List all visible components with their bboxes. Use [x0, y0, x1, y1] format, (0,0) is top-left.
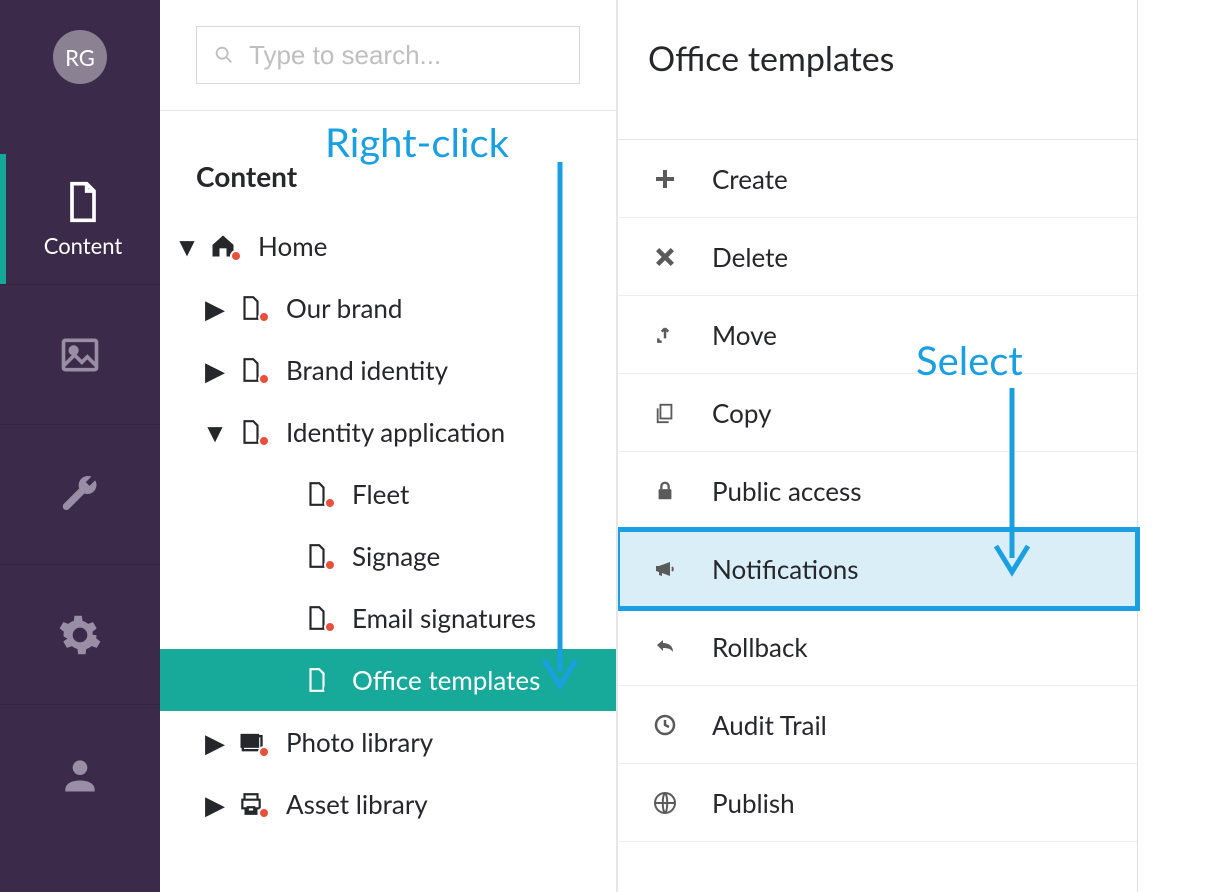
tree-node-our-brand[interactable]: ▶ Our brand — [160, 277, 616, 339]
tree-node-identity-application[interactable]: ▼ Identity application — [160, 401, 616, 463]
rail-label: Content — [44, 232, 123, 259]
menu-label: Create — [712, 163, 788, 195]
rail-gear[interactable] — [0, 564, 160, 704]
tree-section-title: Content — [160, 111, 616, 215]
user-icon — [58, 753, 102, 797]
tree-node-label: Signage — [352, 540, 440, 572]
move-icon — [648, 325, 682, 345]
globe-icon — [648, 791, 682, 815]
search-input[interactable] — [249, 40, 584, 71]
home-icon — [206, 232, 240, 260]
page-icon — [234, 357, 268, 383]
page-icon — [234, 419, 268, 445]
content-tree-panel: Content ▼ Home ▶ Our brand ▶ — [160, 0, 618, 892]
menu-label: Publish — [712, 787, 795, 819]
file-icon — [61, 180, 105, 224]
undo-icon — [648, 635, 682, 659]
menu-copy[interactable]: Copy — [618, 374, 1137, 452]
caret-right-icon: ▶ — [206, 292, 224, 325]
tree-node-asset-library[interactable]: ▶ Asset library — [160, 773, 616, 835]
menu-label: Move — [712, 319, 777, 351]
menu-label: Copy — [712, 397, 772, 429]
tree-node-label: Office templates — [352, 664, 540, 696]
megaphone-icon — [648, 557, 682, 581]
page-icon — [300, 667, 334, 693]
tree-node-label: Identity application — [286, 416, 505, 448]
plus-icon — [648, 167, 682, 191]
rail-settings[interactable] — [0, 424, 160, 564]
menu-delete[interactable]: Delete — [618, 218, 1137, 296]
caret-right-icon: ▶ — [206, 354, 224, 387]
menu-public-access[interactable]: Public access — [618, 452, 1137, 530]
menu-rollback[interactable]: Rollback — [618, 608, 1137, 686]
stack-icon — [234, 728, 268, 756]
avatar-initials: RG — [65, 44, 95, 71]
tree-node-label: Fleet — [352, 478, 409, 510]
gear-icon — [58, 613, 102, 657]
rail-content[interactable]: Content — [0, 154, 160, 284]
page-icon — [300, 481, 334, 507]
lock-icon — [648, 480, 682, 502]
close-icon — [648, 246, 682, 268]
clock-icon — [648, 713, 682, 737]
menu-audit-trail[interactable]: Audit Trail — [618, 686, 1137, 764]
tree-node-email-signatures[interactable]: Email signatures — [160, 587, 616, 649]
rail-media[interactable] — [0, 284, 160, 424]
caret-right-icon: ▶ — [206, 726, 224, 759]
tree-node-office-templates[interactable]: Office templates — [160, 649, 616, 711]
user-avatar[interactable]: RG — [53, 30, 107, 84]
tree-node-brand-identity[interactable]: ▶ Brand identity — [160, 339, 616, 401]
menu-label: Delete — [712, 241, 788, 273]
menu-create[interactable]: Create — [618, 140, 1137, 218]
page-icon — [300, 605, 334, 631]
search-icon — [213, 44, 249, 66]
image-icon — [58, 333, 102, 377]
page-icon — [300, 543, 334, 569]
menu-publish[interactable]: Publish — [618, 764, 1137, 842]
menu-label: Audit Trail — [712, 709, 827, 741]
caret-right-icon: ▶ — [206, 788, 224, 821]
context-menu-title: Office templates — [618, 0, 1137, 140]
printer-icon — [234, 791, 268, 817]
copy-icon — [648, 402, 682, 424]
tree-node-fleet[interactable]: Fleet — [160, 463, 616, 525]
menu-move[interactable]: Move — [618, 296, 1137, 374]
menu-label: Notifications — [712, 553, 859, 585]
content-tree: ▼ Home ▶ Our brand ▶ — [160, 215, 616, 835]
caret-down-icon: ▼ — [178, 230, 196, 263]
tree-node-photo-library[interactable]: ▶ Photo library — [160, 711, 616, 773]
tree-node-signage[interactable]: Signage — [160, 525, 616, 587]
menu-notifications[interactable]: Notifications — [618, 530, 1137, 608]
tree-node-label: Email signatures — [352, 602, 536, 634]
page-icon — [234, 295, 268, 321]
caret-down-icon: ▼ — [206, 416, 224, 449]
tree-node-label: Home — [258, 230, 327, 262]
context-menu-panel: Office templates Create Delete Move Copy — [618, 0, 1138, 892]
tree-node-label: Photo library — [286, 726, 433, 758]
search-input-wrap[interactable] — [196, 26, 580, 84]
tree-node-home[interactable]: ▼ Home — [160, 215, 616, 277]
tree-node-label: Asset library — [286, 788, 428, 820]
menu-label: Rollback — [712, 631, 808, 663]
tree-node-label: Our brand — [286, 292, 403, 324]
tree-node-label: Brand identity — [286, 354, 448, 386]
rail-users[interactable] — [0, 704, 160, 844]
menu-label: Public access — [712, 475, 862, 507]
main-nav-rail: RG Content — [0, 0, 160, 892]
wrench-icon — [58, 473, 102, 517]
